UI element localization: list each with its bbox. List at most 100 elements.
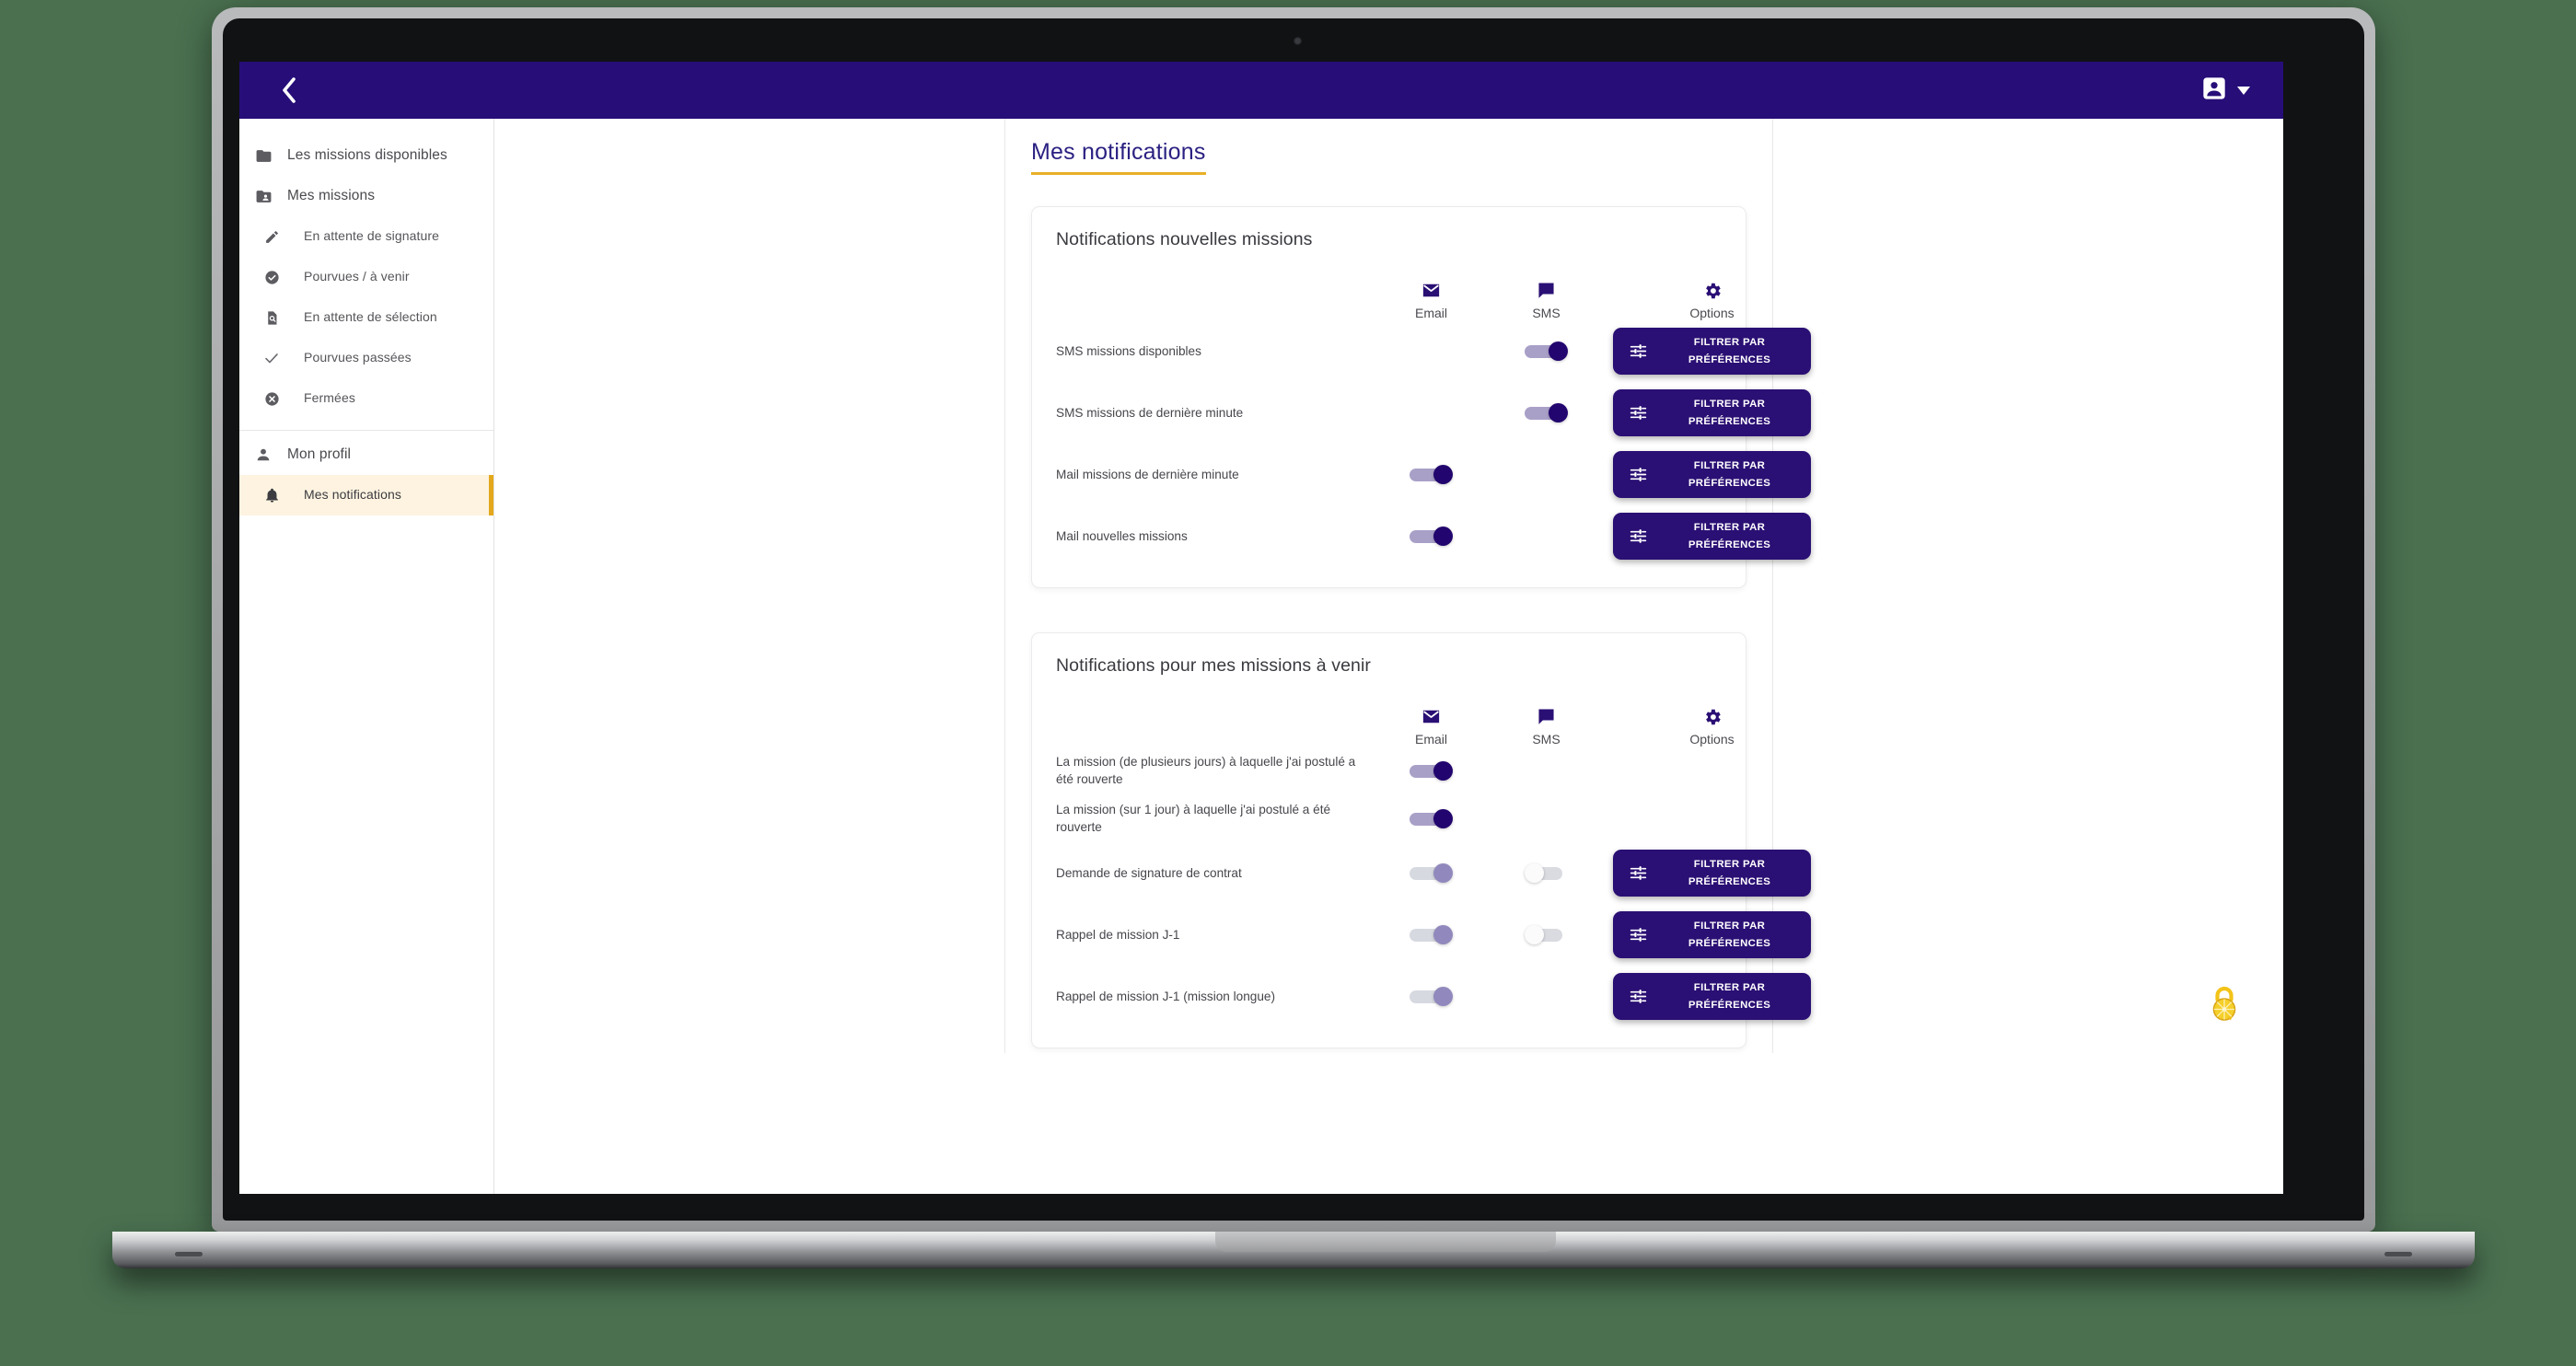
- sidebar-item-pourvues-passees[interactable]: Pourvues passées: [239, 338, 493, 378]
- email-toggle[interactable]: [1410, 465, 1453, 484]
- tune-icon: [1626, 925, 1650, 944]
- app-body: Les missions disponibles Mes missions En…: [239, 119, 2283, 1194]
- column-header-label: SMS: [1532, 306, 1561, 320]
- sidebar-item-en-attente-de-selection[interactable]: En attente de sélection: [239, 297, 493, 338]
- column-header-options: Options: [1604, 707, 1820, 747]
- table-row: Rappel de mission J-1 FILTRER PAR PRÉFÉR…: [1056, 904, 1811, 966]
- laptop-bezel: Les missions disponibles Mes missions En…: [223, 18, 2364, 1221]
- row-email-cell: [1374, 403, 1489, 423]
- row-email-cell: [1374, 987, 1489, 1006]
- email-toggle[interactable]: [1410, 808, 1453, 828]
- sidebar-item-label: Mon profil: [287, 446, 352, 463]
- sidebar-item-les-missions-disponibles[interactable]: Les missions disponibles: [239, 135, 493, 176]
- row-sms-cell: [1489, 987, 1604, 1006]
- sidebar: Les missions disponibles Mes missions En…: [239, 119, 494, 1194]
- email-toggle[interactable]: [1410, 760, 1453, 781]
- column-header-label: Options: [1689, 306, 1735, 320]
- sms-toggle[interactable]: [1525, 403, 1568, 423]
- sidebar-divider: [239, 430, 493, 431]
- sidebar-item-fermees[interactable]: Fermées: [239, 378, 493, 419]
- sidebar-group-missions: Les missions disponibles Mes missions En…: [239, 135, 493, 424]
- filter-button-label: FILTRER PAR PRÉFÉRENCES: [1688, 336, 1771, 365]
- row-options-cell: [1604, 747, 1820, 794]
- table-row: SMS missions disponibles FILTRER PAR PRÉ…: [1056, 320, 1811, 382]
- row-options-cell: FILTRER PAR PRÉFÉRENCES: [1604, 512, 1820, 561]
- filter-preferences-button[interactable]: FILTRER PAR PRÉFÉRENCES: [1613, 512, 1811, 561]
- laptop-mockup: Les missions disponibles Mes missions En…: [112, 7, 2475, 1278]
- sidebar-item-label: Pourvues passées: [304, 350, 412, 365]
- main-content-area: Mes notifications Notifications nouvelle…: [494, 119, 2283, 1194]
- sidebar-item-mes-missions[interactable]: Mes missions: [239, 176, 493, 216]
- sidebar-group-profil: Mon profil Mes notifications: [239, 434, 493, 521]
- row-options-cell: FILTRER PAR PRÉFÉRENCES: [1604, 450, 1820, 499]
- row-label: La mission (de plusieurs jours) à laquel…: [1056, 754, 1356, 786]
- filter-preferences-button[interactable]: FILTRER PAR PRÉFÉRENCES: [1613, 327, 1811, 376]
- email-toggle[interactable]: [1410, 987, 1453, 1006]
- row-sms-cell: [1489, 465, 1604, 484]
- sidebar-item-label: En attente de signature: [304, 228, 440, 244]
- laptop-base-notch: [1215, 1232, 1556, 1252]
- card-notifications-missions-a-venir: Notifications pour mes missions à venir …: [1031, 632, 1811, 1048]
- back-button[interactable]: [273, 75, 304, 106]
- email-toggle[interactable]: [1410, 527, 1453, 546]
- screen: Les missions disponibles Mes missions En…: [239, 62, 2283, 1194]
- user-menu-button[interactable]: [2201, 75, 2250, 106]
- row-label: SMS missions disponibles: [1056, 343, 1201, 358]
- email-toggle[interactable]: [1410, 863, 1453, 883]
- row-options-cell: FILTRER PAR PRÉFÉRENCES: [1604, 849, 1820, 897]
- row-label: Mail missions de dernière minute: [1056, 467, 1239, 481]
- sms-toggle[interactable]: [1525, 863, 1568, 883]
- sms-toggle[interactable]: [1525, 925, 1568, 944]
- bell-icon: [239, 488, 304, 504]
- email-toggle[interactable]: [1410, 925, 1453, 944]
- folder-account-icon: [239, 188, 287, 205]
- filter-preferences-button[interactable]: FILTRER PAR PRÉFÉRENCES: [1613, 388, 1811, 437]
- email-icon: [1421, 280, 1442, 301]
- sidebar-item-en-attente-de-signature[interactable]: En attente de signature: [239, 216, 493, 257]
- row-email-cell: [1374, 760, 1489, 781]
- sms-toggle[interactable]: [1525, 342, 1568, 361]
- tune-icon: [1626, 987, 1650, 1006]
- row-sms-cell: [1489, 925, 1604, 944]
- filter-preferences-button[interactable]: FILTRER PAR PRÉFÉRENCES: [1613, 450, 1811, 499]
- column-header-row: Email SMS Options: [1056, 689, 1735, 747]
- sidebar-item-label: Mes missions: [287, 188, 376, 204]
- row-label: Rappel de mission J-1 (mission longue): [1056, 989, 1275, 1003]
- filter-button-label: FILTRER PAR PRÉFÉRENCES: [1688, 521, 1771, 550]
- row-label: SMS missions de dernière minute: [1056, 405, 1244, 420]
- row-label: Mail nouvelles missions: [1056, 528, 1188, 543]
- row-email-cell: [1374, 527, 1489, 546]
- laptop-lid: Les missions disponibles Mes missions En…: [212, 7, 2375, 1232]
- filter-preferences-button[interactable]: FILTRER PAR PRÉFÉRENCES: [1613, 849, 1811, 897]
- row-sms-cell: [1489, 527, 1604, 546]
- tune-icon: [1626, 403, 1650, 423]
- check-circle-icon: [239, 270, 304, 285]
- close-circle-icon: [239, 391, 304, 407]
- row-sms-cell: [1489, 809, 1604, 828]
- filter-preferences-button[interactable]: FILTRER PAR PRÉFÉRENCES: [1613, 910, 1811, 959]
- sidebar-item-label: Pourvues / à venir: [304, 269, 410, 284]
- table-row: La mission (de plusieurs jours) à laquel…: [1056, 747, 1722, 794]
- message-icon: [1536, 280, 1557, 301]
- card-notifications-nouvelles-missions: Notifications nouvelles missions Email S…: [1031, 206, 1811, 588]
- sidebar-item-label: En attente de sélection: [304, 309, 437, 325]
- caret-down-icon: [2237, 86, 2250, 95]
- sidebar-item-mon-profil[interactable]: Mon profil: [239, 434, 493, 475]
- sidebar-item-pourvues-a-venir[interactable]: Pourvues / à venir: [239, 257, 493, 297]
- filter-preferences-button[interactable]: FILTRER PAR PRÉFÉRENCES: [1613, 972, 1811, 1021]
- filter-button-label: FILTRER PAR PRÉFÉRENCES: [1688, 398, 1771, 427]
- message-icon: [1536, 706, 1557, 727]
- tune-icon: [1626, 863, 1650, 883]
- sidebar-item-label: Fermées: [304, 390, 355, 406]
- sidebar-item-mes-notifications[interactable]: Mes notifications: [239, 475, 493, 515]
- account-icon: [239, 446, 287, 463]
- row-label: Demande de signature de contrat: [1056, 865, 1242, 880]
- row-options-cell: FILTRER PAR PRÉFÉRENCES: [1604, 972, 1820, 1021]
- folder-icon: [239, 147, 287, 165]
- row-options-cell: FILTRER PAR PRÉFÉRENCES: [1604, 327, 1820, 376]
- lock-badge[interactable]: [2204, 984, 2245, 1026]
- sidebar-item-label: Mes notifications: [304, 487, 401, 503]
- filter-button-label: FILTRER PAR PRÉFÉRENCES: [1688, 459, 1771, 489]
- column-header-label: SMS: [1532, 732, 1561, 747]
- page-title: Mes notifications: [1031, 139, 1206, 175]
